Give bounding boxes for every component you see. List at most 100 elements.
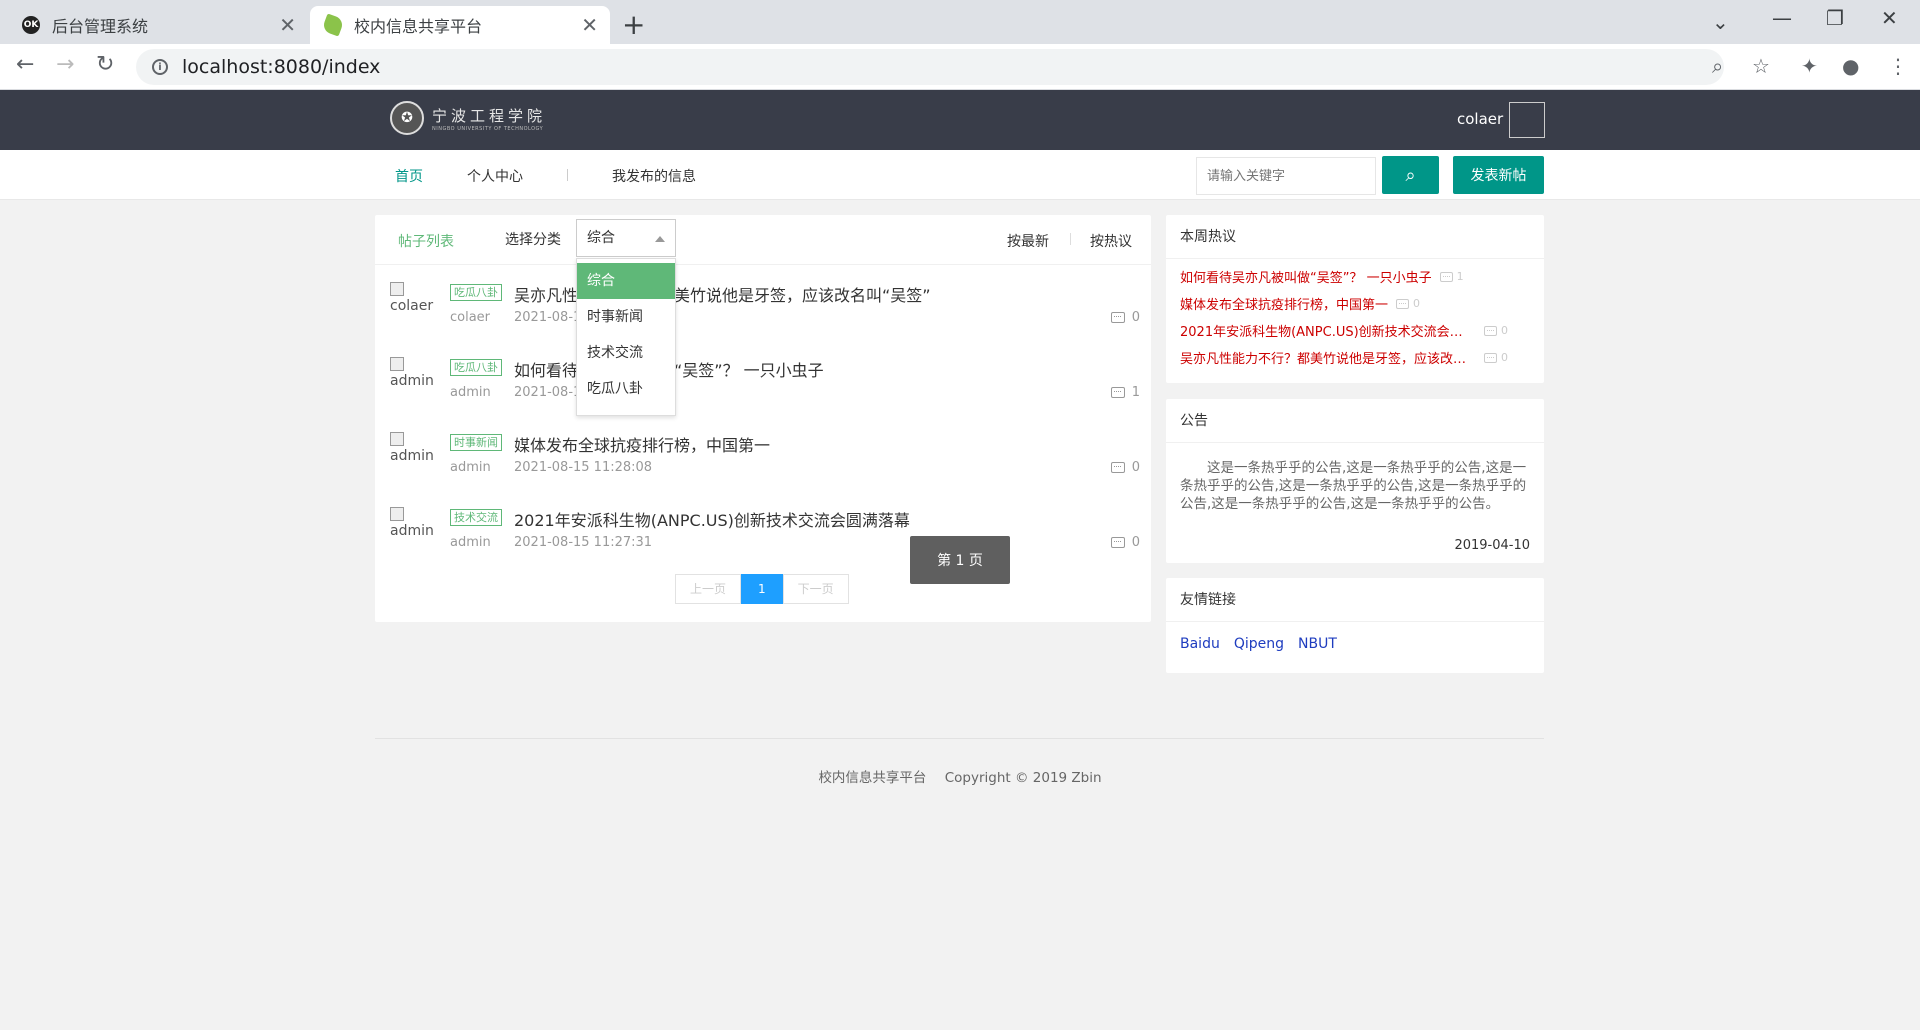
nav-personal-center[interactable]: 个人中心 (467, 166, 523, 186)
more-menu-icon[interactable]: ⋮ (1888, 54, 1908, 78)
close-icon[interactable]: ✕ (581, 13, 598, 37)
hot-topic-item[interactable]: 2021年安派科生物(ANPC.US)创新技术交流会圆满落幕0 (1166, 317, 1544, 344)
post-comment-count: 0 (1110, 460, 1140, 475)
footer-copyright: Copyright © 2019 Zbin (944, 770, 1102, 786)
post-comment-count: 0 (1110, 310, 1140, 325)
nav-divider (567, 169, 568, 181)
info-icon[interactable]: i (152, 59, 168, 75)
post-title[interactable]: 媒体发布全球抗疫排行榜，中国第一 (514, 432, 770, 456)
comment-icon (1110, 312, 1125, 323)
hot-topic-item[interactable]: 吴亦凡性能力不行？都美竹说他是牙签，应该改名叫“吴签”0 (1166, 344, 1544, 371)
post-list-panel: 帖子列表 选择分类 综合 按最新 按热议 colaer 吃瓜八卦 吴亦凡性能力不… (375, 215, 1151, 622)
caret-up-icon (655, 236, 665, 242)
window-close-icon[interactable]: ✕ (1881, 6, 1898, 30)
post-comment-count: 0 (1110, 535, 1140, 550)
account-icon[interactable]: ● (1842, 54, 1859, 78)
footer-site-name: 校内信息共享平台 (818, 770, 927, 786)
username[interactable]: colaer (1457, 110, 1503, 128)
category-option[interactable]: 综合 (577, 263, 675, 299)
search-icon: ⌕ (1405, 164, 1416, 186)
tab-title: 校内信息共享平台 (354, 17, 483, 36)
ok-icon: OK (22, 16, 40, 34)
comment-icon (1110, 537, 1125, 548)
notice-date: 2019-04-10 (1454, 538, 1530, 553)
browser-tab-bar: OK 后台管理系统 ✕ 校内信息共享平台 ✕ + ⌄ — ❐ ✕ (0, 0, 1920, 44)
comment-icon (1484, 325, 1497, 336)
url-text: localhost:8080/index (182, 56, 381, 78)
category-dropdown: 综合 时事新闻 技术交流 吃瓜八卦 (576, 258, 676, 416)
extensions-icon[interactable]: ✦ (1801, 54, 1818, 78)
post-date: 2021-08-15 11:27:31 (514, 535, 653, 550)
post-author: admin (450, 385, 491, 400)
footer: 校内信息共享平台 Copyright © 2019 Zbin (0, 766, 1920, 786)
sort-hot[interactable]: 按热议 (1090, 231, 1132, 251)
nav-my-posts[interactable]: 我发布的信息 (612, 166, 696, 186)
author-avatar[interactable]: colaer (390, 282, 438, 330)
minimize-icon[interactable]: — (1772, 6, 1792, 30)
comment-icon (1110, 387, 1125, 398)
hot-topic-item[interactable]: 媒体发布全球抗疫排行榜，中国第一 0 (1166, 290, 1544, 317)
friend-links-card: 友情链接 Baidu Qipeng NBUT (1166, 578, 1544, 673)
link-baidu[interactable]: Baidu (1180, 636, 1220, 652)
category-option[interactable]: 吃瓜八卦 (577, 371, 675, 407)
post-item: admin 吃瓜八卦 如何看待吴亦凡被叫做“吴签”？ 一只小虫子 admin 2… (390, 357, 1140, 427)
link-qipeng[interactable]: Qipeng (1234, 636, 1284, 652)
profile-menu-icon[interactable]: ⌄ (1712, 10, 1729, 34)
notice-text: 这是一条热乎乎的公告,这是一条热乎乎的公告,这是一条热乎乎的公告,这是一条热乎乎… (1180, 460, 1527, 512)
prev-page-button[interactable]: 上一页 (675, 574, 742, 604)
new-tab-icon[interactable]: + (622, 8, 645, 41)
post-author: colaer (450, 310, 491, 325)
author-avatar[interactable]: admin (390, 357, 438, 405)
post-author: admin (450, 535, 491, 550)
url-field[interactable]: i localhost:8080/index (136, 49, 1724, 85)
close-icon[interactable]: ✕ (279, 13, 296, 37)
notice-title: 公告 (1166, 399, 1544, 443)
link-nbut[interactable]: NBUT (1298, 636, 1337, 652)
browser-tab-admin[interactable]: OK 后台管理系统 ✕ (8, 6, 308, 44)
author-avatar[interactable]: admin (390, 507, 438, 555)
tab-title: 后台管理系统 (52, 17, 149, 36)
bookmark-star-icon[interactable]: ☆ (1752, 54, 1770, 78)
category-option[interactable]: 技术交流 (577, 335, 675, 371)
search-input[interactable] (1196, 157, 1376, 195)
school-emblem-icon: ✪ (390, 101, 424, 135)
post-category-tag: 时事新闻 (450, 434, 502, 451)
maximize-icon[interactable]: ❐ (1826, 6, 1844, 30)
search-button[interactable]: ⌕ (1382, 156, 1439, 194)
new-post-button[interactable]: 发表新帖 (1453, 156, 1544, 194)
category-selected: 综合 (587, 230, 615, 246)
post-title[interactable]: 2021年安派科生物(ANPC.US)创新技术交流会圆满落幕 (514, 507, 910, 531)
nav-home[interactable]: 首页 (395, 166, 423, 186)
back-icon[interactable]: ← (16, 52, 34, 77)
zoom-icon[interactable]: ⌕ (1712, 54, 1723, 78)
author-avatar[interactable]: admin (390, 432, 438, 480)
post-list-title[interactable]: 帖子列表 (398, 231, 454, 251)
post-date: 2021-08-15 11:28:08 (514, 460, 653, 475)
user-avatar[interactable] (1509, 102, 1545, 138)
post-author: admin (450, 460, 491, 475)
browser-address-bar: ← → ↻ i localhost:8080/index ⌕ ☆ ✦ ● ⋮ (0, 44, 1920, 90)
page-toast: 第 1 页 (910, 536, 1010, 584)
school-logo[interactable]: ✪ 宁波工程学院 NINGBO UNIVERSITY OF TECHNOLOGY (390, 100, 546, 136)
notice-card: 公告 这是一条热乎乎的公告,这是一条热乎乎的公告,这是一条热乎乎的公告,这是一条… (1166, 399, 1544, 563)
current-page-button[interactable]: 1 (741, 574, 783, 604)
comment-icon (1396, 298, 1410, 309)
category-label: 选择分类 (505, 232, 561, 248)
category-option[interactable]: 时事新闻 (577, 299, 675, 335)
sort-divider (1070, 233, 1071, 245)
category-select[interactable]: 综合 (576, 219, 676, 257)
site-header: ✪ 宁波工程学院 NINGBO UNIVERSITY OF TECHNOLOGY… (0, 90, 1920, 150)
forward-icon[interactable]: → (56, 52, 74, 77)
footer-divider (375, 738, 1544, 739)
next-page-button[interactable]: 下一页 (782, 574, 849, 604)
comment-icon (1110, 462, 1125, 473)
hot-topic-item[interactable]: 如何看待吴亦凡被叫做“吴签”？ 一只小虫子 1 (1166, 263, 1544, 290)
leaf-icon (321, 13, 345, 37)
post-category-tag: 吃瓜八卦 (450, 284, 502, 301)
sort-newest[interactable]: 按最新 (1007, 231, 1049, 251)
browser-tab-platform[interactable]: 校内信息共享平台 ✕ (310, 6, 610, 44)
hot-topics-card: 本周热议 如何看待吴亦凡被叫做“吴签”？ 一只小虫子 1 媒体发布全球抗疫排行榜，… (1166, 215, 1544, 383)
post-category-tag: 技术交流 (450, 509, 502, 526)
reload-icon[interactable]: ↻ (96, 52, 114, 77)
comment-icon (1484, 352, 1497, 363)
